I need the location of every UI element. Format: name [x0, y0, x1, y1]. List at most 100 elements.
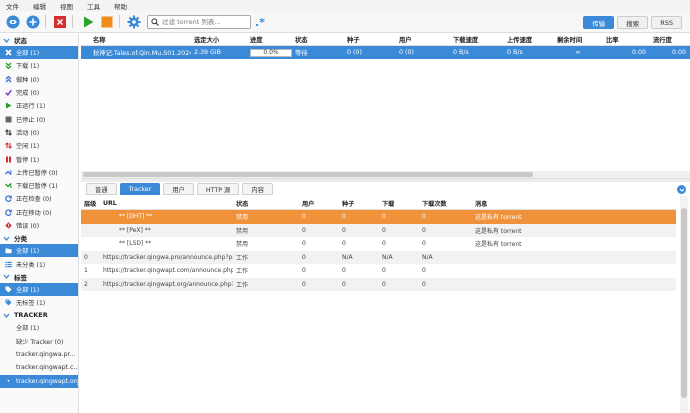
- tag-filter-list: 全部 (1) 无标签 (1): [0, 282, 78, 310]
- column-header[interactable]: 层级: [81, 197, 100, 209]
- sidebar-tracker-item[interactable]: tracker.qingwapt.c...: [0, 361, 78, 374]
- search-icon: [151, 18, 159, 26]
- menu-file[interactable]: 文件: [6, 1, 19, 11]
- sidebar-item-label: 正在检查 (0): [16, 196, 52, 204]
- menu-help[interactable]: 帮助: [114, 1, 127, 11]
- pause-button[interactable]: [99, 14, 114, 29]
- sidebar-item-label: 暂停 (1): [16, 156, 40, 164]
- column-header[interactable]: 剩余时间: [554, 34, 603, 45]
- sidebar-status-item[interactable]: 活动 (0): [0, 126, 78, 139]
- tracker-vertical-scrollbar[interactable]: [680, 196, 688, 413]
- tracker-cell-seeds: 0: [342, 280, 346, 288]
- sidebar-status-item[interactable]: 做种 (0): [0, 73, 78, 86]
- sidebar-status-item[interactable]: 错误 (0): [0, 219, 78, 232]
- sidebar-tag-item[interactable]: 全部 (1): [0, 282, 78, 297]
- sidebar-status-item[interactable]: 下载已暂停 (1): [0, 179, 78, 192]
- detail-tab[interactable]: Tracker: [119, 183, 161, 195]
- detail-tab[interactable]: 用户: [163, 183, 194, 195]
- category-header[interactable]: 分类: [0, 232, 78, 244]
- sidebar-status-item[interactable]: 全部 (1): [0, 46, 78, 60]
- detail-tab[interactable]: HTTP 源: [196, 183, 240, 195]
- checking-icon: [5, 195, 12, 203]
- link-icon: [6, 15, 19, 28]
- sidebar-status-item[interactable]: 上传已暂停 (0): [0, 166, 78, 179]
- menu-view[interactable]: 视图: [60, 1, 73, 11]
- sidebar-tag-item[interactable]: 无标签 (1): [0, 296, 78, 309]
- column-header[interactable]: 进度: [247, 34, 292, 45]
- column-header[interactable]: 消息: [472, 197, 602, 209]
- column-header[interactable]: URL: [100, 197, 233, 209]
- tracker-row[interactable]: 1 https://tracker.qingwapt.com/announce.p…: [81, 264, 676, 278]
- torrent-table-body: 秋神记.Tales.of.Qin.Mu.S01.2024.... 2.39 GiB…: [81, 46, 690, 59]
- column-header[interactable]: 状态: [233, 197, 299, 209]
- sidebar-tracker-item[interactable]: tracker.qingwapt.org: [0, 374, 78, 388]
- column-header[interactable]: 种子: [339, 197, 379, 209]
- tracker-row[interactable]: ** [DHT] ** 禁用 0 0 0 0 这是私有 torrent: [81, 210, 676, 224]
- tab-search[interactable]: 搜索: [617, 16, 649, 29]
- menu-tools[interactable]: 工具: [87, 1, 100, 11]
- column-header[interactable]: 下载速度: [450, 34, 504, 45]
- detail-tab[interactable]: 普通: [86, 183, 117, 195]
- detail-tab[interactable]: 内容: [242, 183, 273, 195]
- tracker-row[interactable]: 0 https://tracker.qingwa.pro/announce.php…: [81, 250, 676, 264]
- sidebar-category-item[interactable]: 未分类 (1): [0, 257, 78, 270]
- tag-header[interactable]: 标签: [0, 271, 78, 283]
- column-header[interactable]: 用户: [396, 34, 450, 45]
- sidebar-status-item[interactable]: 空闲 (1): [0, 139, 78, 152]
- add-torrent-button[interactable]: [25, 14, 40, 29]
- torrent-cell-progress: 0.0%: [247, 46, 292, 59]
- torrent-cell-peers: 0 (0): [399, 49, 414, 56]
- column-header[interactable]: 种子: [344, 34, 396, 45]
- torrent-cell-dl: 0 B/s: [453, 49, 469, 56]
- scrollbar-thumb[interactable]: [681, 208, 687, 398]
- panel-splitter[interactable]: [81, 178, 690, 182]
- sidebar-status-item[interactable]: 已停止 (0): [0, 112, 78, 125]
- column-header[interactable]: 下载次数: [419, 197, 472, 209]
- column-header[interactable]: 名称: [81, 34, 191, 45]
- column-header[interactable]: 用户: [299, 197, 339, 209]
- toolbar-separator: [45, 15, 46, 28]
- detail-panel-toggle[interactable]: [677, 185, 686, 194]
- torrent-row[interactable]: 秋神记.Tales.of.Qin.Mu.S01.2024.... 2.39 GiB…: [81, 46, 690, 59]
- column-header[interactable]: 比率: [603, 34, 650, 45]
- tracker-cell-downloaded: 0: [422, 213, 426, 221]
- sidebar-status-item[interactable]: 暂停 (1): [0, 152, 78, 165]
- sidebar-category-item[interactable]: 全部 (1): [0, 244, 78, 258]
- column-header[interactable]: 下载: [379, 197, 419, 209]
- sidebar-item-label: 正在移动 (0): [16, 209, 52, 217]
- sidebar-status-item[interactable]: 正在移动 (0): [0, 206, 78, 219]
- pin-icon: [7, 339, 10, 342]
- sidebar-tracker-item[interactable]: 全部 (1): [0, 321, 78, 334]
- category-filter-list: 全部 (1) 未分类 (1): [0, 244, 78, 271]
- sidebar-status-item[interactable]: 正在检查 (0): [0, 192, 78, 205]
- tracker-cell-tier: 1: [84, 267, 88, 275]
- status-filter-list: 全部 (1) 下载 (1) 做种 (0) 完成 (0) 正运行 (1) 已停止 (0) 活动…: [0, 46, 78, 232]
- menu-edit[interactable]: 编辑: [33, 1, 46, 11]
- tracker-row[interactable]: 2 https://tracker.qingwapt.org/announce.p…: [81, 277, 676, 291]
- tracker-row[interactable]: ** [PeX] ** 禁用 0 0 0 0 这是私有 torrent: [81, 223, 676, 237]
- tracker-cell-status: 工作: [236, 268, 249, 276]
- sidebar-tracker-item[interactable]: 缺少 Tracker (0): [0, 335, 78, 348]
- column-header[interactable]: 上传速度: [504, 34, 554, 45]
- resume-button[interactable]: [80, 14, 95, 29]
- sidebar-status-item[interactable]: 完成 (0): [0, 86, 78, 99]
- tab-transfers[interactable]: 传输: [583, 16, 615, 29]
- tab-rss[interactable]: RSS: [651, 16, 682, 29]
- column-header[interactable]: 选定大小: [191, 34, 247, 45]
- regex-toggle-button[interactable]: .*: [254, 14, 266, 29]
- tracker-row[interactable]: ** [LSD] ** 禁用 0 0 0 0 这是私有 torrent: [81, 237, 676, 251]
- column-header[interactable]: 流行度: [650, 34, 690, 45]
- sidebar-status-item[interactable]: 下载 (1): [0, 59, 78, 72]
- search-input[interactable]: [162, 18, 248, 26]
- tracker-header[interactable]: TRACKER: [0, 309, 78, 321]
- delete-button[interactable]: [52, 14, 67, 29]
- filter-all-icon: [5, 49, 12, 56]
- torrent-horizontal-scrollbar[interactable]: [81, 171, 690, 178]
- sidebar-tracker-item[interactable]: tracker.qingwa.pr...: [0, 348, 78, 361]
- column-header[interactable]: 状态: [292, 34, 344, 45]
- status-header[interactable]: 状态: [0, 34, 78, 46]
- options-button[interactable]: [126, 14, 141, 29]
- add-link-button[interactable]: [5, 14, 20, 29]
- scrollbar-thumb[interactable]: [83, 172, 533, 177]
- sidebar-status-item[interactable]: 正运行 (1): [0, 99, 78, 112]
